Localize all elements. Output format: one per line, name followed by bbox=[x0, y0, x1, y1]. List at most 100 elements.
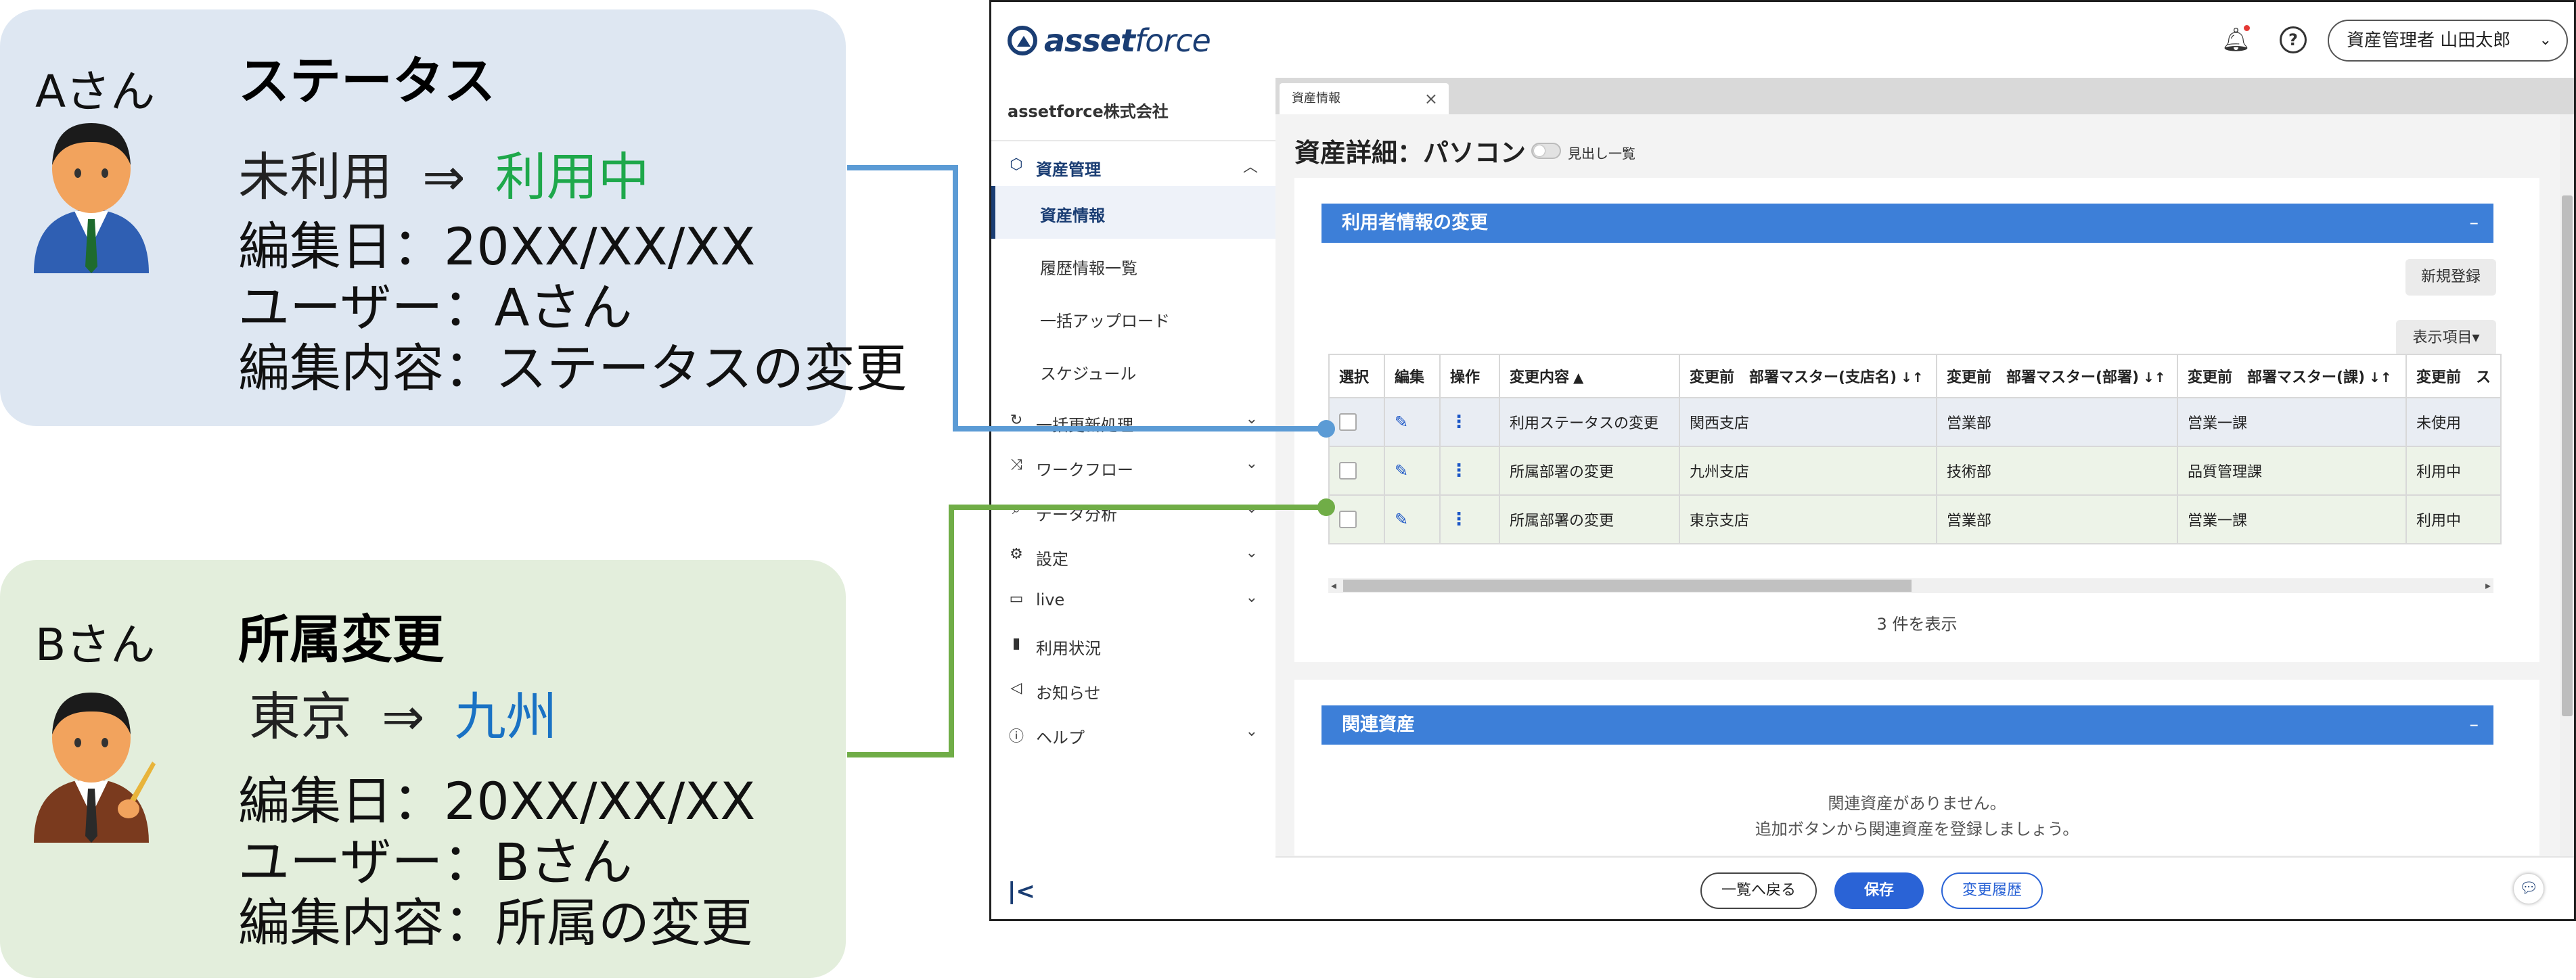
more-options-icon[interactable]: ⋮ bbox=[1450, 509, 1468, 530]
edit-icon[interactable]: ✎ bbox=[1395, 413, 1408, 431]
sidebar-item-label: データ分析 bbox=[1036, 505, 1117, 524]
column-header-sortable[interactable]: 変更前 部署マスター(支店名) ↓↑ bbox=[1679, 354, 1937, 398]
user-menu-button[interactable]: 資産管理者 山田太郎 ⌄ bbox=[2328, 20, 2568, 62]
back-to-list-button[interactable]: 一覧へ戻る bbox=[1700, 872, 1817, 909]
chevron-down-icon: ⌄ bbox=[1245, 411, 1258, 427]
row-checkbox[interactable] bbox=[1339, 462, 1357, 480]
display-columns-button[interactable]: 表示項目▾ bbox=[2396, 320, 2496, 356]
panel-title: 利用者情報の変更 bbox=[1342, 212, 1488, 233]
table-cell: 利用中 bbox=[2405, 446, 2502, 496]
sidebar-item-label: 利用状況 bbox=[1036, 639, 1101, 658]
sidebar-item-label: 履歴情報一覧 bbox=[1040, 259, 1137, 278]
more-options-icon[interactable]: ⋮ bbox=[1450, 412, 1468, 432]
businessman-blue-icon bbox=[34, 123, 149, 273]
close-icon[interactable]: × bbox=[1424, 83, 1438, 114]
workflow-icon: ⤨ bbox=[1010, 457, 1022, 473]
table-cell: 所属部署の変更 bbox=[1499, 446, 1680, 496]
help-icon: ⓘ bbox=[1008, 728, 1024, 745]
scrollbar-thumb[interactable] bbox=[2562, 195, 2573, 716]
tab-label: 資産情報 bbox=[1292, 91, 1340, 106]
sidebar-item-bulk-update[interactable]: ↻ 一括更新処理 ⌄ bbox=[991, 401, 1275, 442]
scroll-right-icon[interactable]: ▸ bbox=[2485, 578, 2491, 593]
main-content: 資産情報 × 資産詳細：パソコン 見出し一覧 利用者情報の変更 – 新規登録 表… bbox=[1275, 78, 2574, 919]
table-cell: 利用中 bbox=[2405, 494, 2502, 544]
sidebar-subitem-asset-info[interactable]: 資産情報 bbox=[991, 186, 1275, 239]
table-cell: 営業部 bbox=[1936, 397, 2178, 447]
table-row[interactable]: ✎ ⋮ 所属部署の変更 東京支店 営業部 営業一課 利用中 bbox=[1328, 494, 2502, 544]
sidebar-item-live[interactable]: ▭ live ⌄ bbox=[991, 580, 1275, 620]
change-history-button[interactable]: 変更履歴 bbox=[1941, 872, 2043, 909]
callout-title-b: 所属変更 bbox=[238, 609, 444, 670]
table-cell: 未使用 bbox=[2405, 397, 2502, 447]
help-icon[interactable]: ? bbox=[2280, 26, 2307, 53]
column-header-sortable[interactable]: 変更前 部署マスター(課) ↓↑ bbox=[2177, 354, 2407, 398]
collapse-icon[interactable]: – bbox=[2470, 204, 2479, 243]
change-to-b: 九州 bbox=[454, 686, 558, 747]
footer-bar: 一覧へ戻る 保存 変更履歴 💬︎ bbox=[1275, 856, 2574, 919]
assetforce-logo[interactable]: assetforce bbox=[1008, 22, 1211, 59]
sidebar-subitem-bulk-upload[interactable]: 一括アップロード bbox=[991, 291, 1275, 344]
edit-user-b: ユーザー：Bさん bbox=[238, 832, 633, 892]
sidebar-item-label: 一括アップロード bbox=[1040, 312, 1170, 331]
sidebar-item-usage[interactable]: ▮ 利用状況 bbox=[991, 624, 1275, 665]
callout-card-b: Bさん 所属変更 東京 ⇒ 九州 編集日：20XX/XX/XX ユーザー：Bさん 編… bbox=[0, 560, 846, 978]
table-cell: 営業一課 bbox=[2177, 397, 2407, 447]
sort-up-icon: ▲ bbox=[1573, 369, 1584, 386]
column-header-sortable[interactable]: 変更前 部署マスター(部署) ↓↑ bbox=[1936, 354, 2178, 398]
change-to-a: 利用中 bbox=[495, 147, 650, 207]
sidebar-item-label: live bbox=[1036, 590, 1065, 609]
sidebar-item-asset-mgmt[interactable]: ⬡ 資産管理 ︿ bbox=[991, 145, 1275, 186]
table-row[interactable]: ✎ ⋮ 所属部署の変更 九州支店 技術部 品質管理課 利用中 bbox=[1328, 446, 2502, 496]
table-cell: 関西支店 bbox=[1679, 397, 1937, 447]
scroll-left-icon[interactable]: ◂ bbox=[1331, 578, 1336, 593]
panel-header[interactable]: 関連資産 – bbox=[1321, 705, 2493, 745]
row-checkbox[interactable] bbox=[1339, 413, 1357, 431]
cube-icon: ⬡ bbox=[1010, 156, 1023, 173]
heading-list-toggle[interactable] bbox=[1531, 143, 1561, 159]
sidebar-item-notices[interactable]: ◁ お知らせ bbox=[991, 669, 1275, 709]
table-cell: 技術部 bbox=[1936, 446, 2178, 496]
edit-icon[interactable]: ✎ bbox=[1395, 510, 1408, 529]
bar-chart-icon: ▮ bbox=[1012, 635, 1021, 652]
change-from-b: 東京 bbox=[249, 686, 352, 747]
businessman-brown-icon bbox=[34, 693, 156, 843]
table-cell: 東京支店 bbox=[1679, 494, 1937, 544]
megaphone-icon: ◁ bbox=[1010, 680, 1022, 697]
notification-dot bbox=[2244, 25, 2250, 31]
scrollbar-thumb[interactable] bbox=[1343, 580, 1912, 592]
top-bar: assetforce 🔔︎ ? 資産管理者 山田太郎 ⌄ bbox=[991, 2, 2574, 79]
save-button[interactable]: 保存 bbox=[1834, 872, 1924, 909]
arrow-a: ⇒ bbox=[422, 147, 466, 207]
panel-header[interactable]: 利用者情報の変更 – bbox=[1321, 204, 2493, 243]
status-change-a: 未利用 ⇒ 利用中 bbox=[238, 135, 650, 210]
sidebar-item-label: 資産情報 bbox=[1040, 206, 1105, 225]
app-window: assetforce 🔔︎ ? 資産管理者 山田太郎 ⌄ assetforce株… bbox=[989, 0, 2576, 921]
edit-content-a: 編集内容：ステータスの変更 bbox=[238, 338, 907, 398]
more-options-icon[interactable]: ⋮ bbox=[1450, 461, 1468, 481]
edit-icon[interactable]: ✎ bbox=[1395, 461, 1408, 480]
collapse-icon[interactable]: – bbox=[2470, 705, 2479, 745]
edit-date-a: 編集日：20XX/XX/XX bbox=[238, 216, 756, 277]
sidebar-item-workflow[interactable]: ⤨ ワークフロー ⌄ bbox=[991, 446, 1275, 486]
bell-icon[interactable]: 🔔︎ bbox=[2221, 25, 2251, 53]
sidebar-subitem-history[interactable]: 履歴情報一覧 bbox=[991, 239, 1275, 291]
chevron-down-icon: ⌄ bbox=[1245, 723, 1258, 740]
chat-icon[interactable]: 💬︎ bbox=[2514, 874, 2544, 904]
collapse-sidebar-icon[interactable]: |< bbox=[1008, 878, 1035, 905]
new-register-button[interactable]: 新規登録 bbox=[2405, 259, 2496, 296]
vertical-scrollbar[interactable] bbox=[2560, 114, 2574, 919]
table-row[interactable]: ✎ ⋮ 利用ステータスの変更 関西支店 営業部 営業一課 未使用 bbox=[1328, 397, 2502, 447]
column-header-label: 変更前 部署マスター(部署) bbox=[1947, 369, 2140, 386]
sidebar-item-data-analysis[interactable]: ⌕ データ分析 ⌄ bbox=[991, 490, 1275, 531]
sidebar-item-settings[interactable]: ⚙ 設定 ⌄ bbox=[991, 535, 1275, 576]
sidebar-item-help[interactable]: ⓘ ヘルプ ⌄ bbox=[991, 714, 1275, 754]
horizontal-scrollbar[interactable]: ◂ ▸ bbox=[1328, 578, 2493, 593]
column-header: 変更前 ス bbox=[2405, 354, 2502, 398]
sidebar-item-label: スケジュール bbox=[1040, 365, 1137, 383]
chevron-up-icon: ︿ bbox=[1242, 159, 1258, 176]
row-checkbox[interactable] bbox=[1339, 511, 1357, 528]
sort-icon: ↓↑ bbox=[2369, 369, 2392, 386]
sidebar-subitem-schedule[interactable]: スケジュール bbox=[991, 344, 1275, 397]
column-header-sortable[interactable]: 変更内容 ▲ bbox=[1499, 354, 1680, 398]
tab-asset-info[interactable]: 資産情報 × bbox=[1280, 83, 1449, 114]
